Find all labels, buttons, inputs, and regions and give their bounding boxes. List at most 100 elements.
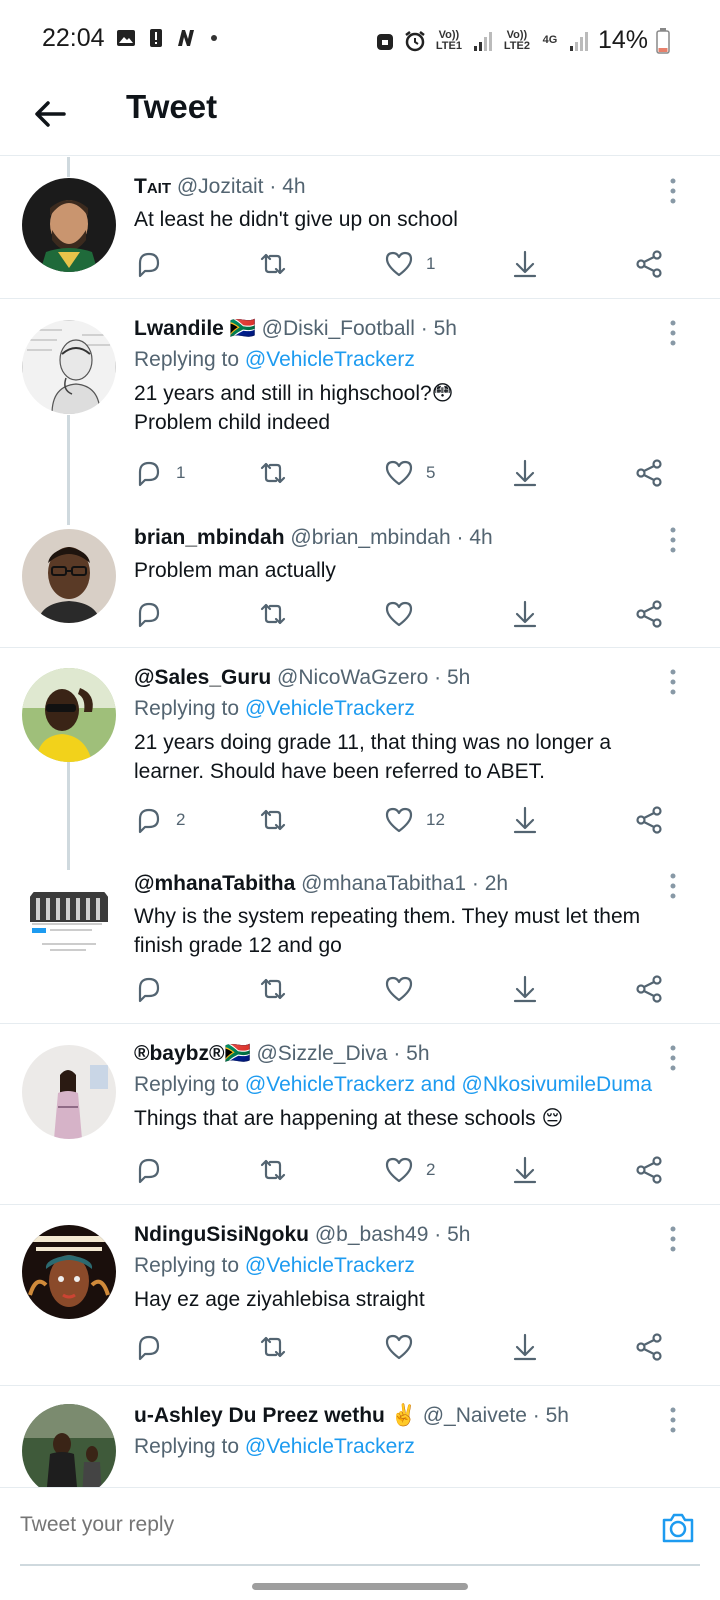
tweet-item[interactable]: @mhanaTabitha @mhanaTabitha1 · 2h Why is… (0, 870, 720, 1023)
like-button[interactable] (384, 971, 426, 1007)
reply-button[interactable]: 1 (134, 455, 185, 491)
retweet-button[interactable] (258, 1329, 300, 1365)
avatar[interactable] (22, 668, 116, 762)
avatar[interactable] (22, 876, 116, 970)
author-handle[interactable]: @mhanaTabitha1 (301, 872, 466, 895)
retweet-button[interactable] (258, 246, 300, 282)
gesture-nav-bar[interactable] (252, 1583, 468, 1590)
download-button[interactable] (510, 802, 540, 838)
replying-to-link[interactable]: @VehicleTrackerz (245, 1435, 415, 1458)
reply-button[interactable] (134, 246, 176, 282)
more-vertical-icon[interactable] (668, 177, 678, 205)
like-button[interactable] (384, 596, 426, 632)
like-button[interactable]: 1 (384, 246, 435, 282)
download-button[interactable] (510, 971, 540, 1007)
replying-to-link[interactable]: @VehicleTrackerz (245, 1254, 415, 1277)
replying-to-link[interactable]: @VehicleTrackerz (245, 697, 415, 720)
author-name[interactable]: u-Ashley Du Preez wethu ✌️ (134, 1404, 417, 1427)
tweet-text: Problem man actually (134, 559, 336, 582)
author-handle[interactable]: @brian_mbindah (290, 526, 450, 549)
reply-button[interactable] (134, 971, 176, 1007)
like-button[interactable] (384, 1329, 426, 1365)
avatar[interactable] (22, 1404, 116, 1487)
more-vertical-icon[interactable] (668, 1225, 678, 1253)
retweet-button[interactable] (258, 971, 300, 1007)
author-handle[interactable]: @Jozitait (177, 175, 264, 198)
like-button[interactable]: 12 (384, 802, 445, 838)
author-handle[interactable]: @NicoWaGzero (277, 666, 428, 689)
more-vertical-icon[interactable] (668, 1044, 678, 1072)
download-button[interactable] (510, 596, 540, 632)
tweet-item[interactable]: brian_mbindah @brian_mbindah · 4h Proble… (0, 524, 720, 647)
tweet-time[interactable]: 2h (485, 872, 508, 895)
avatar[interactable] (22, 178, 116, 272)
share-button[interactable] (634, 596, 664, 632)
tweet-time[interactable]: 5h (546, 1404, 569, 1427)
replying-to-link[interactable]: @VehicleTrackerz (245, 348, 415, 371)
tweet-time[interactable]: 4h (282, 175, 305, 198)
replies-feed[interactable]: Tait @Jozitait · 4h At least he didn't g… (0, 157, 720, 1487)
download-icon (513, 250, 537, 278)
avatar[interactable] (22, 1225, 116, 1319)
author-handle[interactable]: @_Naivete (423, 1404, 527, 1427)
share-button[interactable] (634, 971, 664, 1007)
more-vertical-icon[interactable] (668, 319, 678, 347)
author-name[interactable]: ®baybz®🇿🇦 (134, 1042, 251, 1065)
download-button[interactable] (510, 455, 540, 491)
tweet-time[interactable]: 5h (447, 1223, 470, 1246)
retweet-button[interactable] (258, 802, 300, 838)
more-vertical-icon[interactable] (668, 872, 678, 900)
like-button[interactable]: 2 (384, 1152, 435, 1188)
tweet-time[interactable]: 4h (469, 526, 492, 549)
author-name[interactable]: brian_mbindah (134, 526, 285, 549)
share-button[interactable] (634, 1152, 664, 1188)
more-vertical-icon[interactable] (668, 1406, 678, 1434)
avatar[interactable] (22, 529, 116, 623)
tweet-item[interactable]: @Sales_Guru @NicoWaGzero · 5h Replying t… (0, 648, 720, 870)
tweet-item[interactable]: u-Ashley Du Preez wethu ✌️ @_Naivete · 5… (0, 1386, 720, 1487)
share-button[interactable] (634, 1329, 664, 1365)
avatar[interactable] (22, 1045, 116, 1139)
like-button[interactable]: 5 (384, 455, 435, 491)
tweet-time[interactable]: 5h (406, 1042, 429, 1065)
retweet-button[interactable] (258, 455, 300, 491)
retweet-button[interactable] (258, 596, 300, 632)
author-handle[interactable]: @Sizzle_Diva (256, 1042, 387, 1065)
reply-button[interactable] (134, 1152, 176, 1188)
author-handle[interactable]: @Diski_Football (262, 317, 415, 340)
tweet-time[interactable]: 5h (447, 666, 470, 689)
tweet-actions (134, 971, 674, 1007)
author-name[interactable]: NdinguSisiNgoku (134, 1223, 309, 1246)
share-button[interactable] (634, 455, 664, 491)
tweet-item[interactable]: ®baybz®🇿🇦 @Sizzle_Diva · 5h Replying to … (0, 1024, 720, 1204)
reply-input[interactable] (20, 1500, 640, 1550)
back-arrow-icon[interactable] (30, 94, 70, 134)
download-button[interactable] (510, 1152, 540, 1188)
tweet-item[interactable]: Tait @Jozitait · 4h At least he didn't g… (0, 157, 720, 298)
retweet-icon (260, 1159, 286, 1181)
author-handle[interactable]: @b_bash49 (315, 1223, 429, 1246)
more-vertical-icon[interactable] (668, 668, 678, 696)
camera-icon[interactable] (658, 1508, 698, 1548)
share-button[interactable] (634, 802, 664, 838)
author-name[interactable]: @mhanaTabitha (134, 872, 295, 895)
tweet-actions (134, 596, 674, 632)
download-button[interactable] (510, 1329, 540, 1365)
download-button[interactable] (510, 246, 540, 282)
reply-button[interactable] (134, 1329, 176, 1365)
avatar[interactable] (22, 320, 116, 414)
author-name[interactable]: @Sales_Guru (134, 666, 271, 689)
tweet-item[interactable]: Lwandile 🇿🇦 @Diski_Football · 5h Replyin… (0, 299, 720, 524)
tweet-text: 21 years and still in highschool?😳 (134, 382, 454, 405)
reply-button[interactable]: 2 (134, 802, 185, 838)
replying-to-link[interactable]: @VehicleTrackerz and @NkosivumileDuma (245, 1073, 652, 1096)
more-vertical-icon[interactable] (668, 526, 678, 554)
tweet-item[interactable]: NdinguSisiNgoku @b_bash49 · 5h Replying … (0, 1205, 720, 1385)
retweet-button[interactable] (258, 1152, 300, 1188)
page-title: Tweet (126, 88, 218, 125)
author-name[interactable]: Tait (134, 175, 171, 198)
tweet-time[interactable]: 5h (434, 317, 457, 340)
reply-button[interactable] (134, 596, 176, 632)
author-name[interactable]: Lwandile 🇿🇦 (134, 317, 256, 340)
share-button[interactable] (634, 246, 664, 282)
